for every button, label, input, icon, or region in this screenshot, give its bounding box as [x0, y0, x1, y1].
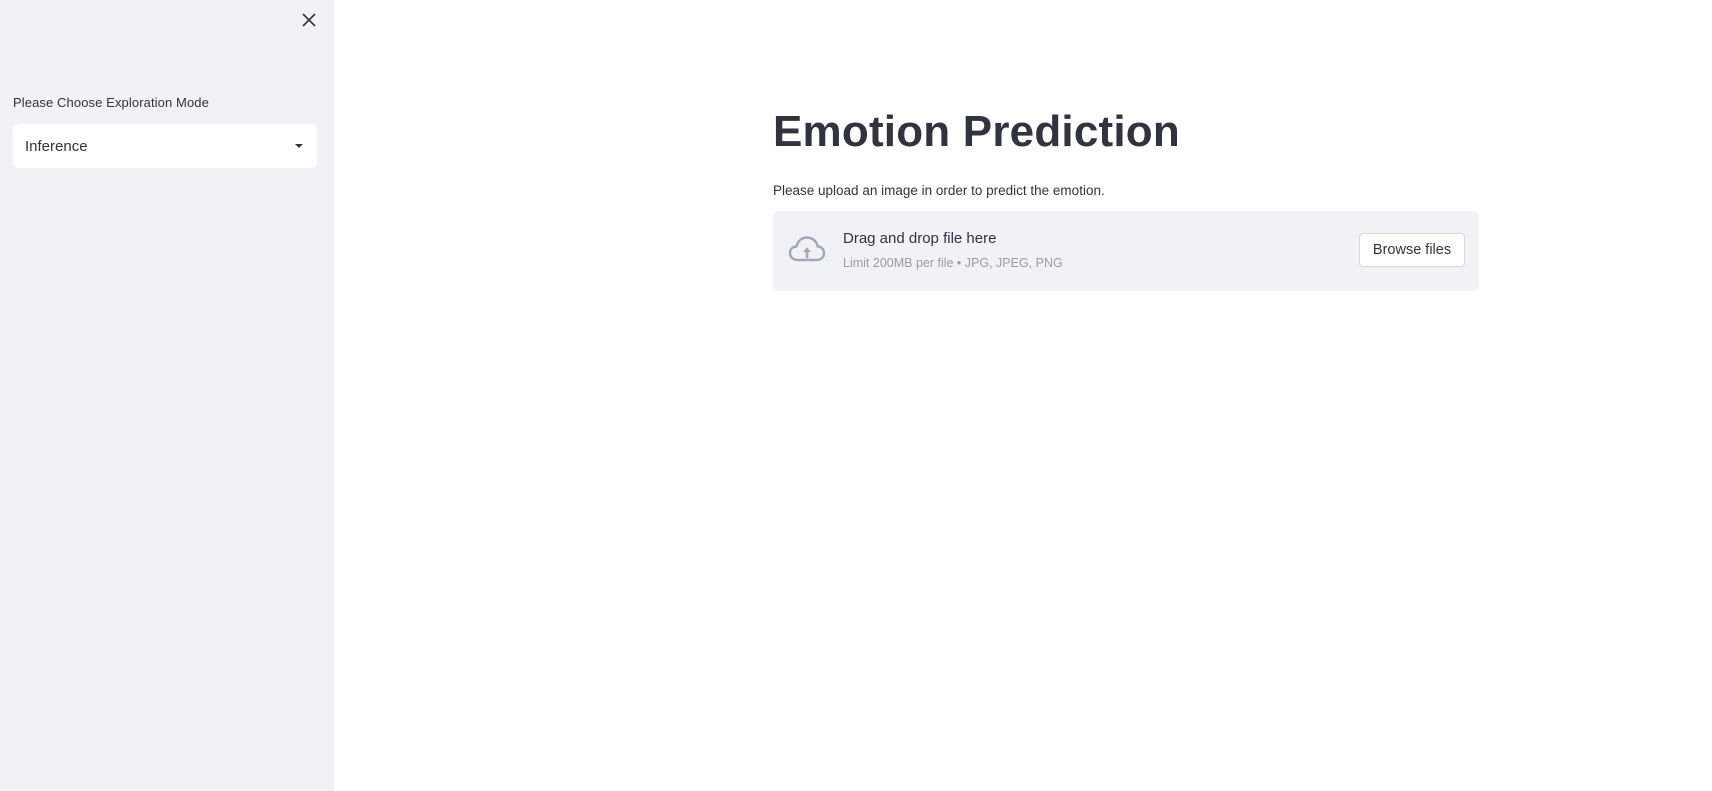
- close-icon[interactable]: [298, 9, 320, 31]
- app-window: Please Choose Exploration Mode Inference…: [0, 0, 1712, 791]
- cloud-upload-icon: [788, 236, 826, 262]
- caret-down-icon: [295, 144, 303, 148]
- upload-instructions: Please upload an image in order to predi…: [773, 183, 1105, 198]
- exploration-mode-label: Please Choose Exploration Mode: [13, 95, 209, 110]
- browse-files-button[interactable]: Browse files: [1359, 233, 1465, 267]
- upload-dropzone-title: Drag and drop file here: [843, 230, 997, 247]
- page-title: Emotion Prediction: [773, 107, 1180, 156]
- exploration-mode-value: Inference: [25, 137, 88, 155]
- file-uploader-dropzone[interactable]: Drag and drop file here Limit 200MB per …: [773, 211, 1479, 291]
- sidebar: Please Choose Exploration Mode Inference: [0, 0, 334, 791]
- upload-limit-text: Limit 200MB per file • JPG, JPEG, PNG: [843, 256, 1063, 270]
- exploration-mode-select[interactable]: Inference: [13, 124, 317, 168]
- main-content: Emotion Prediction Please upload an imag…: [334, 0, 1712, 791]
